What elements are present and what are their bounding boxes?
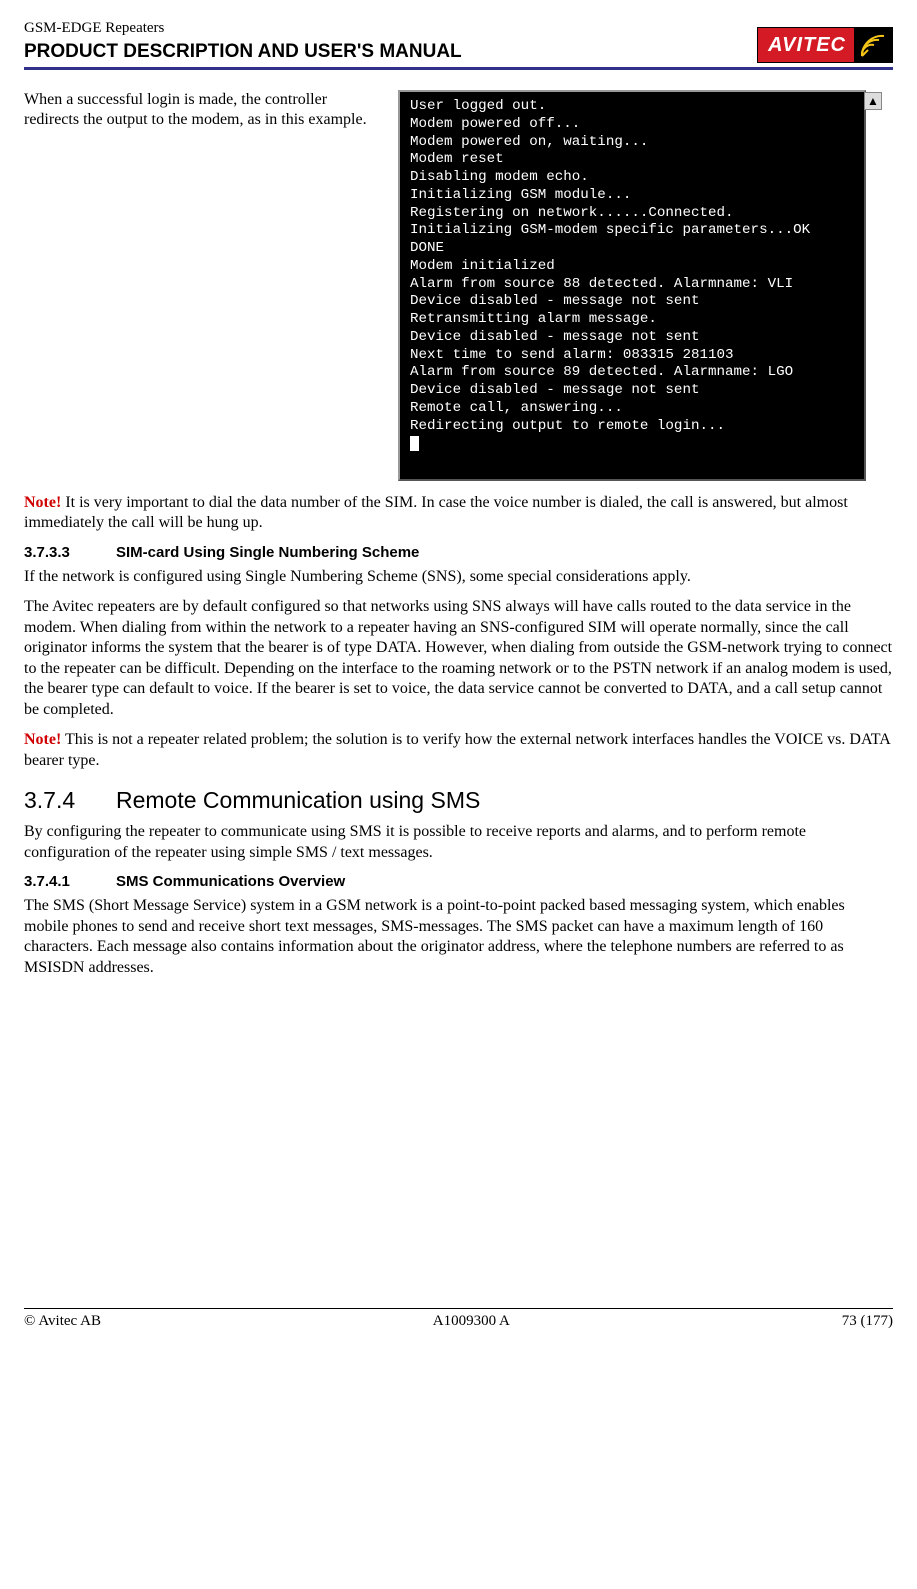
terminal-line: Disabling modem echo.: [410, 169, 854, 187]
section-374-p1: By configuring the repeater to communica…: [24, 822, 893, 863]
terminal-line: Device disabled - message not sent: [410, 293, 854, 311]
avitec-sun-icon: [854, 28, 892, 62]
terminal-line: Device disabled - message not sent: [410, 382, 854, 400]
terminal-line: Remote call, answering...: [410, 400, 854, 418]
section-3741-p1: The SMS (Short Message Service) system i…: [24, 896, 893, 978]
terminal-line: Next time to send alarm: 083315 281103: [410, 347, 854, 365]
terminal-line: User logged out.: [410, 98, 854, 116]
avitec-logo-text: AVITEC: [758, 28, 854, 62]
terminal-line: Device disabled - message not sent: [410, 329, 854, 347]
terminal-line: Modem powered on, waiting...: [410, 134, 854, 152]
terminal-line: Modem powered off...: [410, 116, 854, 134]
terminal-output: ▲ User logged out.Modem powered off...Mo…: [398, 90, 866, 481]
section-3733-p2: The Avitec repeaters are by default conf…: [24, 597, 893, 720]
header-divider: [24, 67, 893, 70]
terminal-line: Redirecting output to remote login...: [410, 418, 854, 436]
footer: © Avitec AB A1009300 A 73 (177): [24, 1313, 893, 1330]
footer-right: 73 (177): [842, 1313, 893, 1330]
terminal-line: Retransmitting alarm message.: [410, 311, 854, 329]
avitec-logo: AVITEC: [757, 27, 893, 63]
note-dial-data: Note! It is very important to dial the d…: [24, 493, 893, 534]
section-3733-p1: If the network is configured using Singl…: [24, 567, 893, 587]
footer-divider: [24, 1308, 893, 1309]
terminal-cursor-icon: [410, 436, 419, 451]
scroll-up-icon[interactable]: ▲: [864, 92, 882, 110]
product-line: GSM-EDGE Repeaters: [24, 20, 462, 37]
terminal-line: Alarm from source 89 detected. Alarmname…: [410, 364, 854, 382]
note-not-repeater: Note! This is not a repeater related pro…: [24, 730, 893, 771]
footer-left: © Avitec AB: [24, 1313, 101, 1330]
terminal-line: Registering on network......Connected.: [410, 205, 854, 223]
heading-3-7-4: 3.7.4Remote Communication using SMS: [24, 787, 893, 814]
terminal-line: DONE: [410, 240, 854, 258]
heading-3-7-3-3: 3.7.3.3SIM-card Using Single Numbering S…: [24, 544, 893, 561]
footer-center: A1009300 A: [433, 1313, 510, 1330]
terminal-line: Modem initialized: [410, 258, 854, 276]
heading-3-7-4-1: 3.7.4.1SMS Communications Overview: [24, 873, 893, 890]
terminal-line: Modem reset: [410, 151, 854, 169]
terminal-line: Initializing GSM module...: [410, 187, 854, 205]
intro-paragraph: When a successful login is made, the con…: [24, 90, 384, 481]
terminal-line: Alarm from source 88 detected. Alarmname…: [410, 276, 854, 294]
terminal-line: Initializing GSM-modem specific paramete…: [410, 222, 854, 240]
page-title: PRODUCT DESCRIPTION AND USER'S MANUAL: [24, 41, 462, 63]
